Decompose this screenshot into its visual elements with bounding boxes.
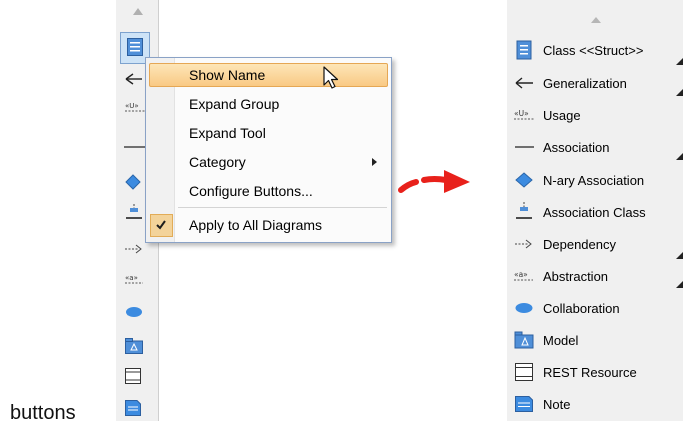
collaboration-icon — [515, 303, 533, 313]
class-icon — [127, 38, 143, 56]
note-icon — [125, 400, 141, 416]
menu-item-label: Expand Tool — [189, 125, 266, 141]
rest-resource-icon — [125, 368, 141, 384]
nary-association-tool-button[interactable]: N-ary Association — [507, 166, 683, 194]
rest-resource-tool-button[interactable]: REST Resource — [507, 358, 683, 386]
class-icon — [516, 40, 532, 60]
note-tool-button[interactable]: Note — [507, 390, 683, 418]
nary-association-icon — [125, 174, 141, 190]
association-icon — [515, 146, 534, 148]
tool-label: Collaboration — [543, 301, 620, 316]
caption-text: buttons — [10, 402, 76, 424]
checkmark-box — [150, 214, 173, 237]
model-tool-button[interactable] — [122, 336, 152, 360]
tool-label: Association — [543, 140, 610, 155]
menu-item-label: Expand Group — [189, 96, 280, 112]
mouse-pointer-icon — [323, 66, 339, 89]
toolbar-context-menu: Show Name Expand Group Expand Tool Categ… — [145, 57, 392, 243]
dependency-icon — [515, 239, 532, 249]
collaboration-tool-button[interactable] — [122, 304, 152, 328]
subtool-indicator-icon — [676, 89, 683, 96]
tool-label: Note — [543, 397, 571, 412]
svg-text:«U»: «U» — [514, 109, 529, 118]
rest-resource-tool-button[interactable] — [122, 366, 152, 390]
menu-item-category[interactable]: Category — [146, 149, 391, 175]
tool-label: Dependency — [543, 237, 616, 252]
svg-text:«a»: «a» — [125, 274, 138, 282]
subtool-indicator-icon — [676, 281, 683, 288]
tool-label: N-ary Association — [543, 173, 645, 188]
submenu-arrow-icon — [372, 158, 377, 166]
menu-item-expand-tool[interactable]: Expand Tool — [146, 120, 391, 146]
scroll-up-icon[interactable] — [591, 17, 601, 23]
abstraction-icon: «a» — [514, 270, 533, 281]
generalization-tool-button[interactable]: Generalization — [507, 69, 683, 97]
collaboration-icon — [126, 307, 142, 317]
model-tool-button[interactable]: Model — [507, 326, 683, 354]
menu-item-show-name[interactable]: Show Name — [146, 62, 391, 88]
generalization-icon — [125, 73, 142, 85]
svg-text:«U»: «U» — [125, 102, 139, 110]
dependency-icon — [125, 244, 142, 254]
abstraction-icon: «a» — [125, 274, 143, 284]
usage-tool-button[interactable]: «U» Usage — [507, 101, 683, 129]
dependency-tool-button[interactable] — [122, 240, 152, 264]
collaboration-tool-button[interactable]: Collaboration — [507, 294, 683, 322]
menu-item-configure-buttons[interactable]: Configure Buttons... — [146, 178, 391, 204]
menu-item-label: Category — [189, 154, 246, 170]
scroll-up-icon[interactable] — [133, 8, 143, 15]
note-icon — [515, 396, 533, 412]
note-tool-button[interactable] — [122, 398, 152, 422]
dependency-tool-button[interactable]: Dependency — [507, 230, 683, 258]
menu-item-label: Show Name — [189, 67, 266, 83]
rest-resource-icon — [515, 363, 533, 381]
checkmark-icon — [156, 220, 166, 230]
usage-icon: «U» — [514, 109, 534, 120]
usage-icon: «U» — [125, 102, 145, 112]
menu-separator — [178, 207, 387, 208]
menu-item-label: Apply to All Diagrams — [189, 217, 323, 233]
nary-association-icon — [515, 172, 533, 188]
tool-label: Usage — [543, 108, 581, 123]
diagram-toolbar-expanded: Class <<Struct>> Generalization «U» Usag… — [507, 0, 683, 421]
subtool-indicator-icon — [676, 252, 683, 259]
association-tool-button[interactable]: Association — [507, 133, 683, 161]
tool-label: Model — [543, 333, 579, 348]
menu-item-expand-group[interactable]: Expand Group — [146, 91, 391, 117]
tool-label: Class <<Struct>> — [543, 43, 644, 58]
tool-label: Generalization — [543, 76, 627, 91]
tool-label: Abstraction — [543, 269, 609, 284]
tool-label: Association Class — [543, 205, 646, 220]
red-arrow-icon — [398, 170, 470, 193]
menu-item-highlight — [149, 63, 388, 87]
subtool-indicator-icon — [676, 153, 683, 160]
model-icon — [125, 338, 143, 354]
class-struct-tool-button[interactable]: Class <<Struct>> — [507, 36, 683, 64]
abstraction-tool-button[interactable]: «a» Abstraction — [507, 262, 683, 290]
generalization-icon — [515, 77, 533, 89]
menu-item-label: Configure Buttons... — [189, 183, 313, 199]
menu-item-apply-to-all-diagrams[interactable]: Apply to All Diagrams — [146, 212, 391, 238]
subtool-indicator-icon — [676, 58, 683, 65]
model-icon — [514, 331, 534, 349]
svg-text:«a»: «a» — [514, 270, 528, 279]
tool-label: REST Resource — [543, 365, 637, 380]
association-class-icon — [126, 204, 142, 219]
association-class-icon — [516, 202, 532, 219]
abstraction-tool-button[interactable]: «a» — [122, 270, 152, 294]
association-class-tool-button[interactable]: Association Class — [507, 198, 683, 226]
